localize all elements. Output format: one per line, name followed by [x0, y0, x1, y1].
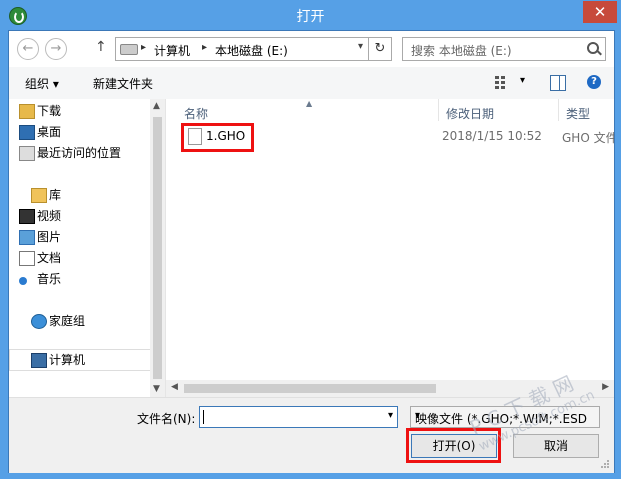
search-icon[interactable] — [587, 42, 599, 54]
back-arrow-icon: ← — [22, 41, 34, 56]
preview-pane-icon[interactable] — [550, 75, 566, 91]
document-icon — [19, 251, 35, 266]
drive-icon — [120, 44, 138, 55]
homegroup-icon — [31, 314, 47, 329]
close-icon: ✕ — [593, 3, 607, 21]
search-box[interactable]: 搜索 本地磁盘 (E:) — [402, 37, 606, 61]
nav-item-label: 音乐 — [37, 272, 62, 286]
nav-item-recent[interactable]: 最近访问的位置 — [19, 143, 122, 163]
column-divider[interactable] — [558, 99, 559, 121]
refresh-icon: ↻ — [374, 41, 386, 56]
recent-places-icon — [19, 146, 35, 161]
command-toolbar: 组织 ▾ 新建文件夹 ▾ ? — [9, 67, 614, 100]
highlight-box-file — [181, 123, 254, 152]
open-dialog: 打开 ✕ ← → ↑ ▸ 计算机 ▸ 本地磁盘 (E:) ▾ ↻ 搜索 本地磁盘… — [0, 0, 621, 479]
nav-item-documents[interactable]: 文档 — [19, 248, 62, 268]
view-options-icon[interactable] — [495, 76, 509, 89]
breadcrumb-computer[interactable]: 计算机 — [154, 42, 190, 59]
nav-scrollbar[interactable]: ▲ ▼ — [150, 99, 165, 397]
organize-button[interactable]: 组织 ▾ — [25, 75, 59, 92]
nav-item-label: 库 — [49, 188, 62, 202]
title-bar[interactable]: 打开 ✕ — [0, 0, 621, 30]
column-header-type[interactable]: 类型 — [566, 105, 590, 122]
close-button[interactable]: ✕ — [583, 1, 617, 23]
downloads-folder-icon — [19, 104, 35, 119]
refresh-button[interactable]: ↻ — [368, 38, 391, 60]
nav-item-label: 下载 — [37, 104, 62, 118]
file-type: GHO 文件 — [562, 131, 614, 145]
nav-item-pictures[interactable]: 图片 — [19, 227, 62, 247]
nav-item-desktop[interactable]: 桌面 — [19, 122, 62, 142]
new-folder-button[interactable]: 新建文件夹 — [93, 75, 153, 92]
chevron-down-icon[interactable]: ▾ — [415, 410, 595, 421]
navigation-pane: 下载 桌面 最近访问的位置 库 视频 图片 文档 音乐 家庭组 计算机 ▲ ▼ — [9, 99, 166, 397]
breadcrumb-drive[interactable]: 本地磁盘 (E:) — [215, 42, 288, 59]
forward-button[interactable]: → — [45, 38, 67, 60]
nav-item-videos[interactable]: 视频 — [19, 206, 62, 226]
nav-item-label: 视频 — [37, 209, 62, 223]
scroll-down-icon[interactable]: ▼ — [153, 384, 160, 394]
nav-item-label: 计算机 — [49, 353, 86, 367]
filename-label: 文件名(N): — [137, 412, 196, 426]
nav-item-label: 桌面 — [37, 125, 62, 139]
picture-icon — [19, 230, 35, 245]
forward-arrow-icon: → — [50, 41, 62, 56]
column-divider[interactable] — [438, 99, 439, 121]
filename-input[interactable]: ▾ — [199, 406, 398, 428]
video-icon — [19, 209, 35, 224]
music-note-icon — [19, 277, 27, 285]
window-title: 打开 — [296, 9, 325, 25]
file-list: ▲ 名称 修改日期 类型 1.GHO 2018/1/15 10:52 GHO 文… — [166, 99, 614, 397]
filetype-select[interactable]: 映像文件 (*.GHO;*.WIM;*.ESD ▾ — [410, 406, 600, 428]
desktop-icon — [19, 125, 35, 140]
nav-item-label: 最近访问的位置 — [37, 146, 122, 160]
file-list-hscrollbar[interactable]: ◀ ▶ — [166, 380, 614, 397]
library-icon — [31, 188, 47, 203]
cancel-button[interactable]: 取消 — [513, 434, 599, 458]
nav-item-label: 家庭组 — [49, 314, 86, 328]
file-modified: 2018/1/15 10:52 — [442, 129, 542, 143]
resize-grip-icon[interactable] — [600, 459, 610, 469]
up-arrow-icon: ↑ — [95, 39, 107, 55]
text-caret — [203, 410, 204, 424]
chevron-down-icon[interactable]: ▾ — [388, 410, 393, 421]
view-dropdown-icon[interactable]: ▾ — [520, 75, 525, 86]
back-button[interactable]: ← — [17, 38, 39, 60]
highlight-box-open — [406, 428, 501, 463]
nav-item-homegroup[interactable]: 家庭组 — [31, 311, 86, 331]
sort-ascending-icon: ▲ — [306, 99, 313, 108]
chevron-down-icon[interactable]: ▾ — [358, 41, 363, 52]
nav-scroll-thumb[interactable] — [153, 117, 162, 379]
scroll-left-icon[interactable]: ◀ — [171, 382, 178, 392]
filename-panel: 文件名(N): ▾ 映像文件 (*.GHO;*.WIM;*.ESD ▾ 打开(O… — [9, 397, 614, 473]
computer-icon — [31, 353, 47, 368]
nav-item-computer[interactable]: 计算机 — [31, 350, 86, 370]
nav-item-libraries[interactable]: 库 — [31, 185, 62, 205]
breadcrumb-separator-icon: ▸ — [202, 42, 208, 53]
scroll-up-icon[interactable]: ▲ — [153, 101, 160, 111]
breadcrumb-separator-icon: ▸ — [141, 42, 147, 53]
address-row: ← → ↑ ▸ 计算机 ▸ 本地磁盘 (E:) ▾ ↻ 搜索 本地磁盘 (E:) — [9, 31, 614, 67]
nav-item-music[interactable]: 音乐 — [19, 269, 62, 289]
dialog-client: ← → ↑ ▸ 计算机 ▸ 本地磁盘 (E:) ▾ ↻ 搜索 本地磁盘 (E:)… — [8, 30, 615, 473]
nav-item-label: 图片 — [37, 230, 62, 244]
search-input[interactable]: 搜索 本地磁盘 (E:) — [411, 42, 512, 59]
hscroll-thumb[interactable] — [184, 384, 436, 393]
nav-item-downloads[interactable]: 下载 — [19, 101, 62, 121]
help-icon[interactable]: ? — [587, 75, 601, 89]
column-header-name[interactable]: 名称 — [184, 105, 208, 122]
address-bar[interactable]: ▸ 计算机 ▸ 本地磁盘 (E:) ▾ ↻ — [115, 37, 392, 61]
nav-item-label: 文档 — [37, 251, 62, 265]
scroll-right-icon[interactable]: ▶ — [602, 382, 609, 392]
column-header-modified[interactable]: 修改日期 — [446, 105, 494, 122]
up-button[interactable]: ↑ — [95, 39, 107, 55]
